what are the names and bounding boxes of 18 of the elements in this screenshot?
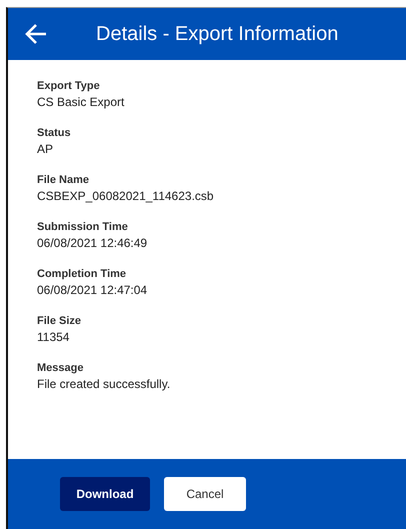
field-label: Message bbox=[37, 362, 84, 374]
download-button[interactable]: Download bbox=[60, 477, 150, 511]
field-value: File created successfully. bbox=[37, 377, 170, 391]
field-label: Submission Time bbox=[37, 221, 128, 233]
field-label: Export Type bbox=[37, 80, 100, 92]
field-value: CSBEXP_06082021_114623.csb bbox=[37, 189, 214, 203]
page-title: Details - Export Information bbox=[96, 22, 338, 46]
field-label: File Name bbox=[37, 174, 89, 186]
field-value: CS Basic Export bbox=[37, 95, 124, 109]
cancel-button[interactable]: Cancel bbox=[164, 477, 246, 511]
field-value: 06/08/2021 12:46:49 bbox=[37, 236, 148, 250]
field-label: Completion Time bbox=[37, 268, 126, 280]
field-label: Status bbox=[37, 127, 71, 139]
back-arrow-icon[interactable] bbox=[24, 23, 48, 45]
field-value: 11354 bbox=[37, 330, 70, 344]
field-value: AP bbox=[37, 142, 54, 156]
field-value: 06/08/2021 12:47:04 bbox=[37, 283, 148, 297]
field-label: File Size bbox=[37, 315, 82, 327]
